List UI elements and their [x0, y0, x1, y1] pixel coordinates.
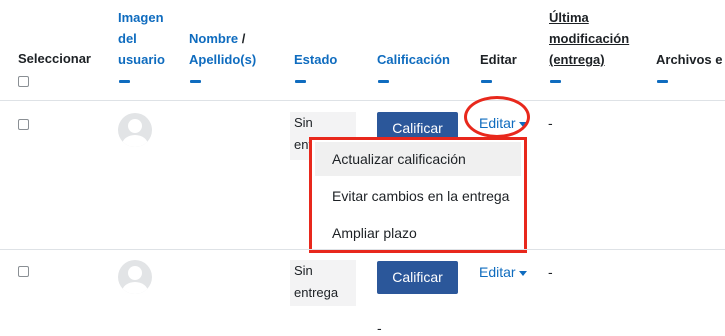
collapse-status-column-icon[interactable]	[295, 80, 306, 83]
status-cell: Sin entrega	[290, 260, 356, 306]
grade-button[interactable]: Calificar	[377, 261, 458, 294]
header-select: Seleccionar	[18, 51, 91, 66]
status-line1: Sin	[294, 115, 313, 130]
header-lastmod-line1[interactable]: Última	[549, 7, 589, 28]
sort-by-name-link[interactable]: Nombre	[189, 31, 238, 46]
header-name-separator: /	[238, 31, 246, 46]
collapse-files-column-icon[interactable]	[657, 80, 668, 83]
avatar	[118, 113, 152, 147]
collapse-lastmod-column-icon[interactable]	[550, 80, 561, 83]
status-line2: entrega	[294, 285, 339, 300]
extra-value: -	[377, 320, 382, 336]
header-files: Archivos e	[656, 52, 723, 67]
lastmod-value: -	[548, 264, 553, 280]
edit-dropdown-menu: Actualizar calificación Evitar cambios e…	[309, 137, 527, 253]
sort-by-status-link[interactable]: Estado	[294, 49, 337, 70]
menu-item-extend-deadline[interactable]: Ampliar plazo	[315, 216, 521, 250]
select-all-checkbox[interactable]	[18, 76, 29, 87]
edit-link-label: Editar	[479, 264, 516, 280]
avatar	[118, 260, 152, 294]
collapse-edit-column-icon[interactable]	[481, 80, 492, 83]
header-lastmod-line3[interactable]: (entrega)	[549, 49, 605, 70]
collapse-image-column-icon[interactable]	[119, 80, 130, 83]
header-image-line1[interactable]: Imagen	[118, 7, 164, 28]
highlight-circle	[464, 96, 530, 138]
lastmod-value: -	[548, 115, 553, 131]
header-edit: Editar	[480, 52, 517, 67]
header-name-wrap: Nombre /	[189, 28, 245, 49]
caret-down-icon	[518, 270, 527, 276]
header-lastmod-line2[interactable]: modificación	[549, 28, 629, 49]
row-select-checkbox[interactable]	[18, 266, 29, 277]
row-select-checkbox[interactable]	[18, 119, 29, 130]
menu-item-prevent-changes[interactable]: Evitar cambios en la entrega	[315, 179, 521, 213]
collapse-grade-column-icon[interactable]	[378, 80, 389, 83]
sort-by-grade-link[interactable]: Calificación	[377, 49, 450, 70]
row-divider	[0, 100, 725, 101]
header-image-line3[interactable]: usuario	[118, 49, 165, 70]
collapse-name-column-icon[interactable]	[190, 80, 201, 83]
status-line1: Sin	[294, 263, 313, 278]
menu-item-update-grade[interactable]: Actualizar calificación	[315, 142, 521, 176]
header-image-line2[interactable]: del	[118, 28, 137, 49]
edit-menu-toggle[interactable]: Editar	[479, 264, 527, 280]
row-divider	[0, 249, 725, 250]
sort-by-surname-link[interactable]: Apellido(s)	[189, 49, 256, 70]
